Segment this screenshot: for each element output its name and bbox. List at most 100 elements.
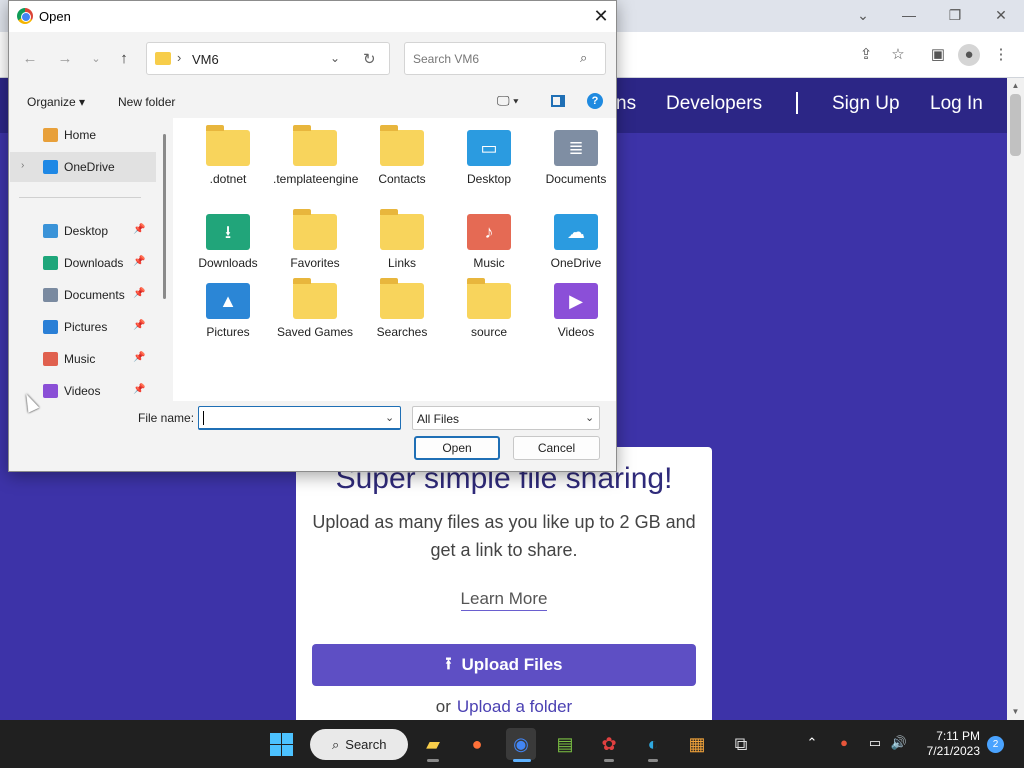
file-item-label: Saved Games bbox=[276, 325, 354, 339]
pin-icon: 📌 bbox=[133, 256, 146, 267]
expand-chevron-icon[interactable]: › bbox=[21, 160, 24, 171]
nav-divider bbox=[796, 92, 798, 114]
preview-pane-icon[interactable] bbox=[551, 95, 565, 107]
learn-more-link[interactable]: Learn More bbox=[460, 589, 548, 611]
share-icon[interactable]: ⇪ bbox=[855, 44, 877, 66]
nav-link-sign-up[interactable]: Sign Up bbox=[832, 93, 900, 115]
command-bar: Organize ▾ New folder 🖵 ▾ ? bbox=[9, 87, 616, 117]
desktop-folder-icon: ▭ bbox=[467, 130, 511, 166]
nav-item-pictures[interactable]: Pictures 📌 bbox=[10, 312, 156, 342]
page-scrollbar[interactable] bbox=[1007, 78, 1024, 720]
upload-folder-link[interactable]: Upload a folder bbox=[457, 697, 572, 716]
dialog-close-icon[interactable]: ✕ bbox=[589, 5, 613, 27]
tray-app-icon[interactable]: ● bbox=[835, 734, 853, 752]
nav-item-onedrive[interactable]: › OneDrive bbox=[10, 152, 156, 182]
up-arrow-icon[interactable]: ↑ bbox=[113, 48, 135, 70]
back-arrow-icon[interactable]: ← bbox=[19, 48, 41, 70]
search-input[interactable]: Search VM6 ⌕ bbox=[404, 42, 606, 75]
file-item-label: Documents bbox=[545, 172, 607, 186]
file-type-select[interactable]: All Files ⌄ bbox=[412, 406, 600, 430]
explorer-running-indicator bbox=[427, 759, 439, 762]
nav-pane-scrollbar[interactable] bbox=[163, 134, 166, 299]
card-subtitle: Upload as many files as you like up to 2… bbox=[312, 512, 696, 560]
nav-link-log-in[interactable]: Log In bbox=[930, 93, 983, 115]
address-dropdown-icon[interactable]: ⌄ bbox=[330, 51, 340, 65]
scroll-up-arrow-icon[interactable]: ▲ bbox=[1008, 79, 1023, 93]
file-item[interactable]: Saved Games bbox=[273, 278, 357, 340]
file-item[interactable]: ▲ Pictures bbox=[186, 283, 270, 340]
minimize-button[interactable]: — bbox=[889, 4, 929, 26]
file-item[interactable]: ▭ Desktop bbox=[447, 130, 531, 187]
restore-button[interactable]: ❐ bbox=[935, 4, 975, 26]
color-app-icon[interactable]: ✿ bbox=[594, 728, 624, 760]
nav-link-developers[interactable]: Developers bbox=[666, 93, 762, 115]
address-bar[interactable]: › VM6 ⌄ ↻ bbox=[146, 42, 390, 75]
nav-item-downloads[interactable]: Downloads 📌 bbox=[10, 248, 156, 278]
videos-folder-icon: ▶ bbox=[554, 283, 598, 319]
taskbar-search-button[interactable]: ⌕ Search bbox=[310, 729, 408, 760]
file-item[interactable]: ≣ Documents bbox=[534, 130, 618, 187]
documents-icon bbox=[43, 288, 58, 302]
file-item[interactable]: Contacts bbox=[360, 125, 444, 187]
edge-icon[interactable]: ◐ bbox=[638, 728, 668, 760]
new-folder-button[interactable]: New folder bbox=[118, 95, 175, 109]
file-item[interactable]: .dotnet bbox=[186, 125, 270, 187]
show-hidden-icons-chevron-icon[interactable]: ⌃ bbox=[803, 734, 821, 752]
close-window-button[interactable]: ✕ bbox=[981, 4, 1021, 26]
remote-desktop-icon[interactable]: ⧉ bbox=[726, 728, 756, 760]
file-item[interactable]: ♪ Music bbox=[447, 214, 531, 271]
file-type-value: All Files bbox=[417, 412, 460, 426]
notification-badge[interactable]: 2 bbox=[987, 736, 1004, 753]
file-item[interactable]: Searches bbox=[360, 278, 444, 340]
file-explorer-icon[interactable]: ▰ bbox=[418, 728, 448, 760]
file-name-dropdown-icon[interactable]: ⌄ bbox=[385, 411, 394, 424]
taskbar-search-label: Search bbox=[345, 737, 387, 752]
nav-item-home[interactable]: Home bbox=[10, 120, 156, 150]
store-icon[interactable]: ▦ bbox=[682, 728, 712, 760]
clock[interactable]: 7:11 PM 7/21/2023 bbox=[920, 729, 980, 759]
notepad-app-icon[interactable]: ▤ bbox=[550, 728, 580, 760]
nav-item-desktop[interactable]: Desktop 📌 bbox=[10, 216, 156, 246]
help-icon[interactable]: ? bbox=[587, 93, 603, 109]
file-item-label: Favorites bbox=[290, 256, 340, 270]
page-scrollbar-thumb[interactable] bbox=[1010, 94, 1021, 156]
tab-search-icon[interactable]: ⌄ bbox=[843, 4, 883, 26]
nav-item-label: Music bbox=[64, 352, 96, 366]
refresh-icon[interactable]: ↻ bbox=[363, 50, 376, 68]
chrome-taskbar-icon[interactable]: ◉ bbox=[506, 728, 536, 760]
clock-time: 7:11 PM bbox=[936, 729, 980, 743]
profile-avatar-icon[interactable]: ● bbox=[958, 44, 980, 66]
nav-item-music[interactable]: Music 📌 bbox=[10, 344, 156, 374]
network-icon[interactable]: ▭ bbox=[866, 734, 884, 752]
file-name-input[interactable]: ⌄ bbox=[198, 406, 401, 430]
file-item[interactable]: Favorites bbox=[273, 209, 357, 271]
nav-link-partial[interactable]: ns bbox=[616, 93, 636, 115]
browser-menu-icon[interactable]: ⋮ bbox=[990, 44, 1012, 66]
firefox-icon[interactable]: ● bbox=[462, 728, 492, 760]
breadcrumb-chevron-icon: › bbox=[177, 50, 182, 65]
side-panel-icon[interactable]: ▣ bbox=[927, 44, 949, 66]
file-item-label: .dotnet bbox=[209, 172, 247, 186]
organize-button[interactable]: Organize ▾ bbox=[27, 95, 85, 109]
upload-files-button[interactable]: ⭱ Upload Files bbox=[312, 644, 696, 686]
file-item[interactable]: ☁ OneDrive bbox=[534, 214, 618, 271]
file-item[interactable]: source bbox=[447, 278, 531, 340]
file-item-label: Downloads bbox=[198, 256, 258, 270]
open-button[interactable]: Open bbox=[414, 436, 500, 460]
file-item[interactable]: Links bbox=[360, 209, 444, 271]
nav-pane-divider bbox=[19, 197, 141, 198]
bookmark-star-icon[interactable]: ☆ bbox=[887, 44, 909, 66]
recent-locations-chevron-icon[interactable]: ⌄ bbox=[85, 48, 107, 70]
edge-running-indicator bbox=[648, 759, 658, 762]
file-item[interactable]: .templateengine bbox=[273, 125, 358, 187]
view-options-icon[interactable]: 🖵 ▾ bbox=[497, 93, 519, 109]
address-path[interactable]: VM6 bbox=[192, 52, 219, 67]
forward-arrow-icon[interactable]: → bbox=[54, 48, 76, 70]
file-item[interactable]: ⭳ Downloads bbox=[186, 214, 270, 271]
volume-icon[interactable]: 🔊 bbox=[890, 734, 908, 752]
scroll-down-arrow-icon[interactable]: ▼ bbox=[1008, 705, 1023, 719]
file-item[interactable]: ▶ Videos bbox=[534, 283, 618, 340]
nav-item-documents[interactable]: Documents 📌 bbox=[10, 280, 156, 310]
cancel-button[interactable]: Cancel bbox=[513, 436, 600, 460]
start-button[interactable] bbox=[270, 733, 294, 757]
